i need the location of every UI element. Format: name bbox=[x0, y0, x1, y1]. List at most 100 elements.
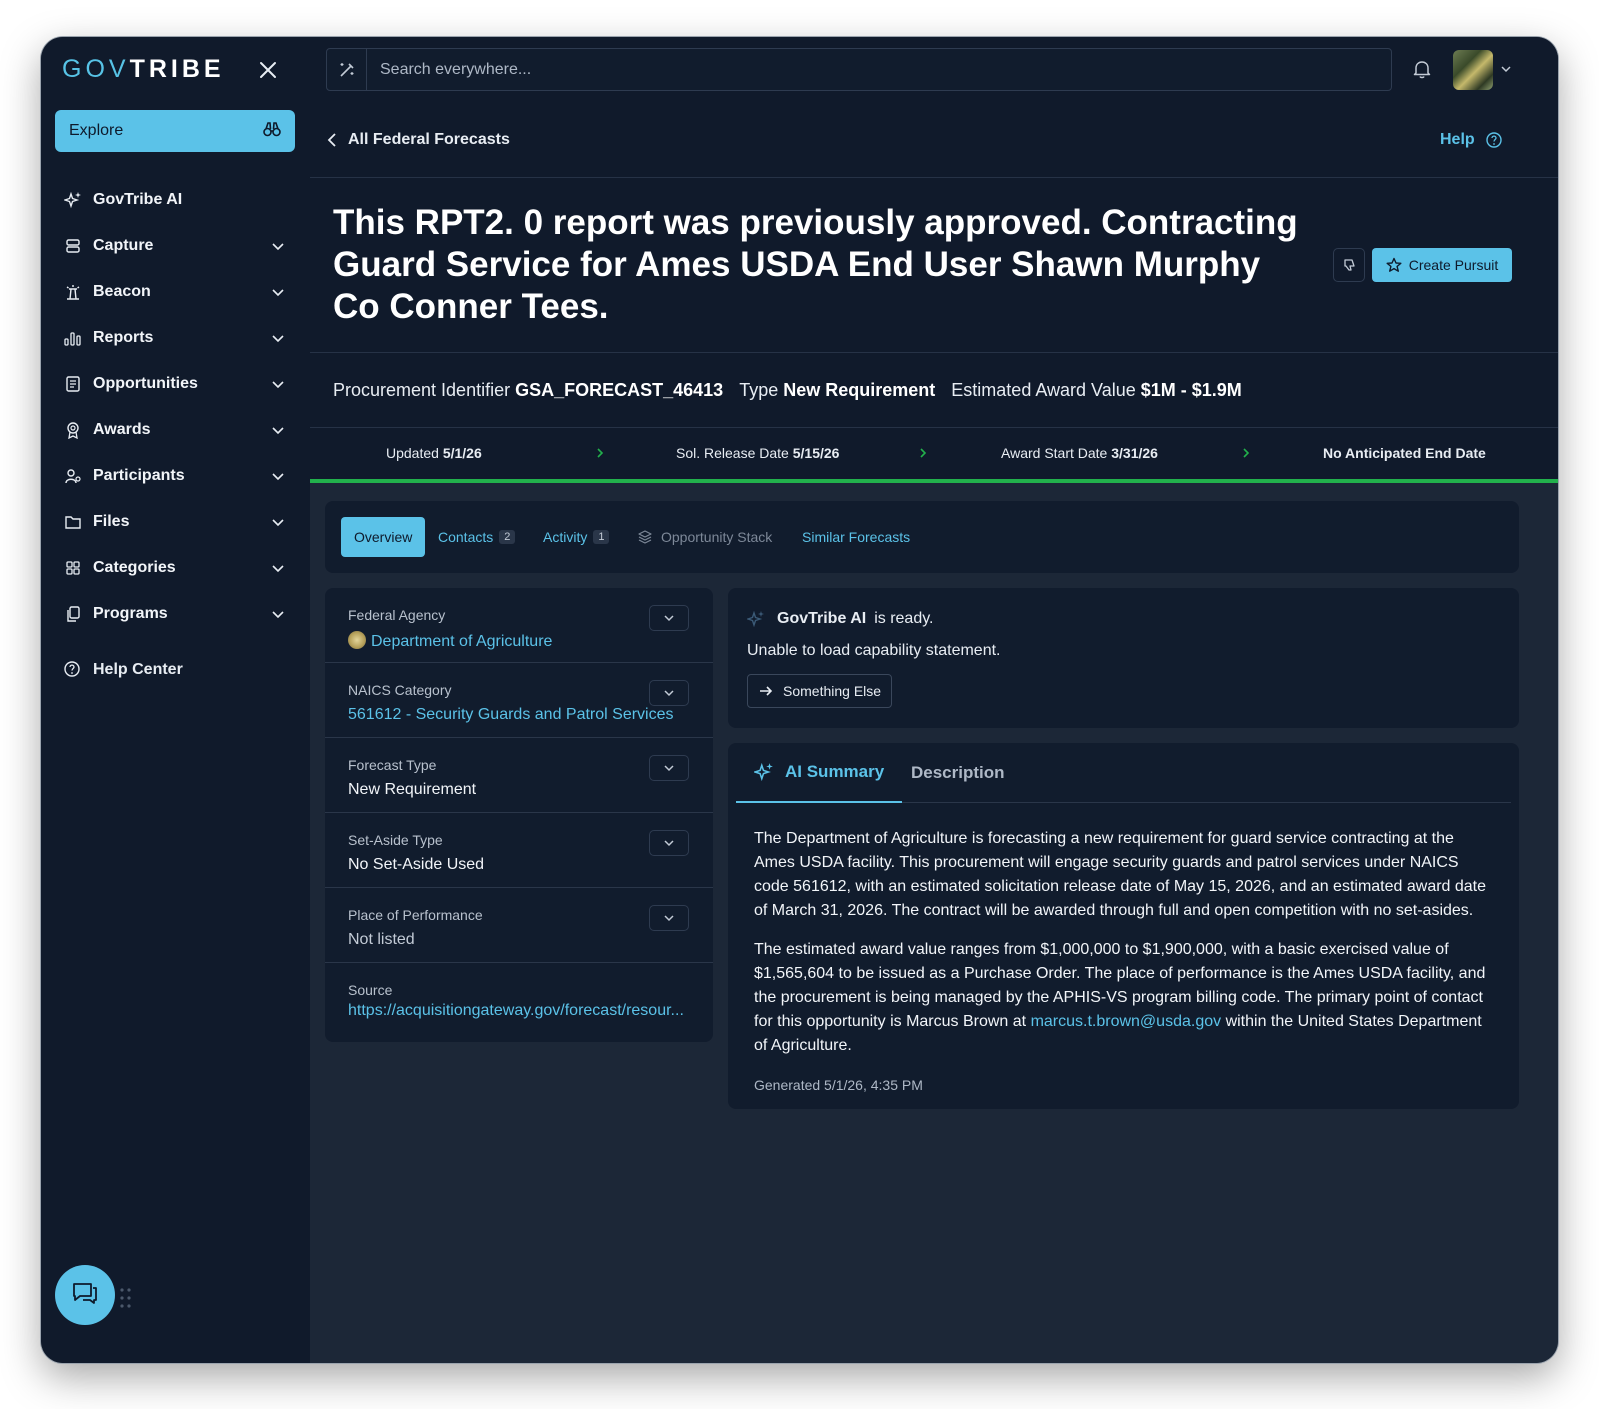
star-icon bbox=[1386, 257, 1402, 272]
question-circle-icon bbox=[1485, 132, 1502, 148]
chevron-down-icon[interactable] bbox=[269, 513, 287, 531]
expand-detail-button[interactable] bbox=[649, 830, 689, 856]
expand-detail-button[interactable] bbox=[649, 905, 689, 931]
chevron-down-icon bbox=[664, 915, 674, 922]
user-avatar[interactable] bbox=[1453, 50, 1493, 90]
logo-gov: GOV bbox=[62, 55, 130, 83]
tab-overview[interactable]: Overview bbox=[341, 517, 426, 557]
sidebar-item-beacon[interactable]: Beacon bbox=[55, 269, 295, 315]
thumbs-down-icon bbox=[1344, 259, 1355, 271]
explore-label: Explore bbox=[69, 122, 124, 139]
chevron-down-icon[interactable] bbox=[269, 467, 287, 485]
explore-button[interactable]: Explore bbox=[55, 110, 295, 152]
sidebar-item-opportunities[interactable]: Opportunities bbox=[55, 361, 295, 407]
summary-paragraph: The estimated award value ranges from $1… bbox=[754, 941, 1486, 1054]
detail-naics-category: NAICS Category 561612 - Security Guards … bbox=[325, 663, 713, 738]
tab-contacts[interactable]: Contacts 2 bbox=[438, 517, 516, 557]
back-to-forecasts-link[interactable]: All Federal Forecasts bbox=[326, 131, 510, 149]
generated-timestamp: Generated 5/1/26, 4:35 PM bbox=[754, 1077, 923, 1093]
something-else-button[interactable]: Something Else bbox=[747, 674, 892, 708]
drag-handle-icon[interactable] bbox=[119, 1287, 133, 1309]
layers-icon bbox=[638, 530, 652, 544]
sidebar-item-govtribe-ai[interactable]: GovTribe AI bbox=[55, 177, 295, 223]
notification-bell-icon[interactable] bbox=[1411, 58, 1433, 80]
source-link[interactable]: https://acquisitiongateway.gov/forecast/… bbox=[348, 1002, 690, 1020]
sidebar-item-label: Programs bbox=[93, 605, 168, 622]
sidebar-item-label: Categories bbox=[93, 559, 176, 576]
type-value: New Requirement bbox=[783, 380, 936, 400]
magic-wand-icon[interactable] bbox=[327, 49, 367, 90]
chevron-down-icon[interactable] bbox=[269, 375, 287, 393]
chevron-down-icon[interactable] bbox=[269, 329, 287, 347]
chevron-right-icon bbox=[920, 448, 927, 458]
chevron-down-icon[interactable] bbox=[269, 421, 287, 439]
detail-set-aside-type: Set-Aside Type No Set-Aside Used bbox=[325, 813, 713, 888]
tab-opportunity-stack[interactable]: Opportunity Stack bbox=[637, 517, 772, 557]
chevron-down-icon[interactable] bbox=[269, 283, 287, 301]
identifier-bar: Procurement Identifier GSA_FORECAST_4641… bbox=[310, 353, 1558, 428]
create-pursuit-button[interactable]: Create Pursuit bbox=[1372, 248, 1512, 282]
govtribe-ai-card: GovTribe AI is ready. Unable to load cap… bbox=[728, 588, 1519, 728]
tab-activity[interactable]: Activity 1 bbox=[543, 517, 610, 557]
summary-tab-bar: AI Summary Description bbox=[736, 743, 1511, 803]
ai-name: GovTribe AI bbox=[777, 610, 867, 627]
sidebar-item-label: Reports bbox=[93, 329, 154, 346]
details-panel: Federal Agency Department of Agriculture… bbox=[325, 588, 713, 1042]
help-link[interactable]: Help bbox=[1440, 131, 1503, 149]
ai-status: GovTribe AI is ready. bbox=[747, 610, 933, 628]
detail-source: Source https://acquisitiongateway.gov/fo… bbox=[325, 963, 713, 1038]
sidebar: GOVTRIBE Explore GovTribe AI Capture Bea… bbox=[41, 37, 310, 1363]
tab-ai-summary[interactable]: AI Summary bbox=[736, 743, 903, 803]
sidebar-item-reports[interactable]: Reports bbox=[55, 315, 295, 361]
timeline-award-start: Award Start Date 3/31/26 bbox=[1001, 445, 1158, 461]
expand-detail-button[interactable] bbox=[649, 680, 689, 706]
tab-similar-forecasts[interactable]: Similar Forecasts bbox=[802, 517, 910, 557]
sidebar-item-awards[interactable]: Awards bbox=[55, 407, 295, 453]
folder-icon bbox=[63, 512, 83, 532]
search-input[interactable] bbox=[367, 49, 1391, 90]
sidebar-item-help-center[interactable]: Help Center bbox=[63, 660, 183, 680]
sidebar-item-capture[interactable]: Capture bbox=[55, 223, 295, 269]
feedback-button[interactable] bbox=[1333, 248, 1365, 282]
detail-value: Not listed bbox=[348, 931, 415, 948]
chevron-right-icon bbox=[597, 448, 604, 458]
chevron-down-icon[interactable] bbox=[269, 237, 287, 255]
help-link-label: Help bbox=[1440, 131, 1475, 148]
sidebar-item-participants[interactable]: Participants bbox=[55, 453, 295, 499]
ai-message: Unable to load capability statement. bbox=[747, 642, 1001, 659]
back-link-label: All Federal Forecasts bbox=[348, 131, 510, 148]
copy-icon bbox=[63, 604, 83, 624]
activity-count-badge: 1 bbox=[593, 530, 610, 544]
sidebar-item-programs[interactable]: Programs bbox=[55, 591, 295, 637]
help-center-label: Help Center bbox=[93, 661, 183, 678]
chevron-down-icon[interactable] bbox=[269, 605, 287, 623]
sparkle-icon bbox=[754, 762, 773, 782]
govtribe-logo[interactable]: GOVTRIBE bbox=[62, 55, 225, 84]
timeline-updated: Updated 5/1/26 bbox=[386, 445, 482, 461]
chevron-down-icon[interactable] bbox=[269, 559, 287, 577]
detail-label: Federal Agency bbox=[348, 607, 446, 623]
sparkle-icon bbox=[747, 610, 764, 628]
procurement-identifier-label: Procurement Identifier bbox=[333, 380, 511, 400]
expand-detail-button[interactable] bbox=[649, 755, 689, 781]
chevron-down-icon[interactable] bbox=[1499, 62, 1513, 76]
tab-bar: Overview Contacts 2 Activity 1 Opportunity… bbox=[325, 501, 1519, 573]
close-sidebar-icon[interactable] bbox=[255, 57, 281, 83]
expand-detail-button[interactable] bbox=[649, 605, 689, 631]
tab-description[interactable]: Description bbox=[911, 743, 1005, 803]
summary-paragraph: The Department of Agriculture is forecas… bbox=[754, 830, 1487, 919]
something-else-label: Something Else bbox=[783, 683, 882, 699]
search-bar bbox=[326, 48, 1392, 91]
naics-link[interactable]: 561612 - Security Guards and Patrol Serv… bbox=[348, 706, 690, 724]
agency-link[interactable]: Department of Agriculture bbox=[348, 631, 690, 651]
sidebar-item-label: Awards bbox=[93, 421, 151, 438]
contact-email-link[interactable]: marcus.t.brown@usda.gov bbox=[1031, 1013, 1222, 1030]
detail-value: New Requirement bbox=[348, 781, 477, 798]
detail-label: NAICS Category bbox=[348, 682, 452, 698]
sidebar-item-files[interactable]: Files bbox=[55, 499, 295, 545]
chevron-down-icon bbox=[664, 765, 674, 772]
chat-button[interactable] bbox=[55, 1265, 115, 1325]
sidebar-item-categories[interactable]: Categories bbox=[55, 545, 295, 591]
procurement-identifier-value: GSA_FORECAST_46413 bbox=[515, 380, 724, 400]
chevron-down-icon bbox=[664, 615, 674, 622]
